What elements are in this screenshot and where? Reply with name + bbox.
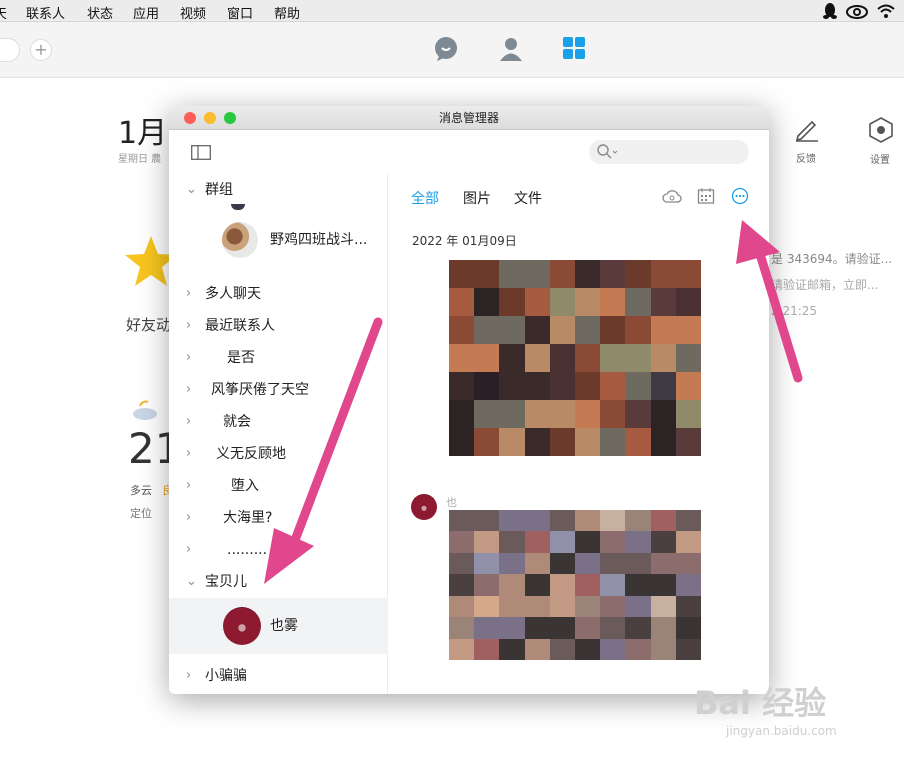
sender-avatar [411,494,437,520]
tab-files[interactable]: 文件 [514,188,542,208]
sidebar-section-2[interactable]: › 风筝厌倦了天空 [169,374,388,406]
close-button[interactable] [184,112,196,124]
sidebar-section-multi-chat[interactable]: › 多人聊天 [169,278,388,310]
bg-date-sub: 星期日 農 [118,154,162,165]
message-manager-window: 消息管理器 ⌄ 群组 野鸡四班战斗... › 多人聊天 › 最近联系人 › 是否 › 风… [169,106,769,694]
sidebar-section-5[interactable]: › 堕入 [169,470,388,502]
menu-item-video[interactable]: 视频 [180,3,206,22]
feedback-label: 反馈 [796,154,816,165]
sidebar-section-4[interactable]: › 义无反顾地 [169,438,388,470]
search-icon [597,144,619,164]
sidebar-contact-selected[interactable]: 也雾 [169,598,388,654]
conversation-sidebar: ⌄ 群组 野鸡四班战斗... › 多人聊天 › 最近联系人 › 是否 › 风筝厌倦了天空… [169,174,388,694]
sidebar-section-6[interactable]: › 大海里? [169,502,388,534]
settings-label: 设置 [870,155,890,166]
sidebar-section-3[interactable]: › 就会 [169,406,388,438]
notice-line2: 请验证邮箱，立即... [771,278,879,292]
weather-cloud-icon [132,400,162,424]
chevron-right-icon: › [186,414,192,429]
group-avatar [222,222,258,258]
sidebar-section-last[interactable]: › 小骗骗 [169,660,388,692]
sidebar-toggle-icon[interactable] [191,145,211,164]
menu-item-tian[interactable]: 天 [0,3,7,22]
bg-friends-label: 好友动 [126,316,172,334]
chevron-down-icon: ⌄ [186,574,197,589]
chat-icon[interactable] [433,36,459,66]
sidebar-groups-header[interactable]: ⌄ 群组 [169,174,388,206]
chevron-right-icon: › [186,286,192,301]
chevron-right-icon: › [186,510,192,525]
menu-item-contacts[interactable]: 联系人 [26,3,65,22]
menu-item-status[interactable]: 状态 [87,3,113,22]
bg-location: 定位 [130,507,152,520]
sidebar-section-1[interactable]: › 是否 [169,342,388,374]
more-options-icon[interactable] [731,187,749,209]
main-toolbar: + [0,22,904,78]
sidebar-section-7[interactable]: ›......... [169,534,388,566]
feedback-pencil-icon[interactable] [794,116,820,146]
calendar-icon[interactable] [697,187,715,209]
sidebar-section-baobei[interactable]: ⌄ 宝贝儿 [169,566,388,598]
cloud-sync-icon[interactable] [662,188,682,208]
menu-item-help[interactable]: 帮助 [274,3,300,22]
menubar: 天 联系人 状态 应用 视频 窗口 帮助 [0,0,904,22]
chevron-right-icon: › [186,382,192,397]
settings-hex-icon[interactable] [868,116,894,148]
contacts-icon[interactable] [498,36,524,66]
search-field[interactable] [589,140,749,164]
menu-item-apps[interactable]: 应用 [133,3,159,22]
tab-all[interactable]: 全部 [411,188,439,208]
minimize-button[interactable] [204,112,216,124]
creative-cloud-icon[interactable] [846,2,868,20]
apps-grid-icon[interactable] [562,36,586,64]
image-message-2[interactable] [449,510,701,660]
partial-avatar [231,204,245,210]
chevron-right-icon: › [186,478,192,493]
wifi-icon[interactable] [876,2,896,20]
chevron-right-icon: › [186,318,192,333]
date-separator: 2022 年 01月09日 [412,234,517,248]
qq-tray-icon[interactable] [822,2,838,20]
bg-weather: 多云 [130,484,152,497]
message-pane: 全部 图片 文件 2022 年 01月09日 也 [388,174,769,694]
chevron-right-icon: › [186,542,192,557]
sender-name: 也 [446,496,457,509]
baidu-watermark-url: jingyan.baidu.com [726,724,837,738]
notice-time: 2 21:25 [771,304,818,318]
dialog-title: 消息管理器 [438,111,499,125]
sidebar-group-item[interactable]: 野鸡四班战斗... [169,218,388,262]
sidebar-section-recent[interactable]: › 最近联系人 [169,310,388,342]
chevron-right-icon: › [186,350,192,365]
baidu-watermark: Bai 经验 [694,684,827,722]
chevron-right-icon: › [186,446,192,461]
chevron-right-icon: › [186,668,192,683]
tab-images[interactable]: 图片 [463,188,491,208]
dialog-titlebar: 消息管理器 [169,106,769,130]
menu-item-window[interactable]: 窗口 [227,3,253,22]
zoom-button[interactable] [224,112,236,124]
search-pill[interactable] [0,38,20,62]
notice-line1: 是 343694。请验证... [771,252,893,266]
contact-avatar [223,607,261,645]
chevron-down-icon: ⌄ [186,182,197,197]
image-message-1[interactable] [449,260,701,456]
add-button[interactable]: + [30,39,52,61]
